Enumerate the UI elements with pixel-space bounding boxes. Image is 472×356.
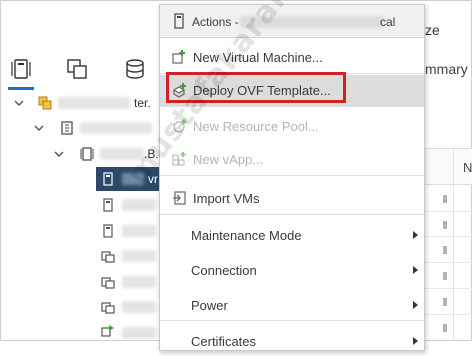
table-row-divider <box>423 262 472 263</box>
menu-header-title: Actions - <box>192 15 239 29</box>
datacenter-icon <box>61 121 73 135</box>
menu-item-new-virtual-machine[interactable]: New Virtual Machine... <box>160 42 424 74</box>
vm-icon <box>103 172 113 186</box>
vcenter-icon <box>38 96 52 110</box>
redacted-name <box>122 250 156 262</box>
tree-node-vm-group[interactable] <box>0 270 160 294</box>
row-drag-handle[interactable] <box>443 221 447 229</box>
vm-group-icon <box>101 277 115 289</box>
redacted-name <box>122 225 156 237</box>
tab-hosts-clusters[interactable] <box>8 56 34 90</box>
redacted-name <box>122 199 156 211</box>
host-icon <box>174 13 184 29</box>
deploy-ovf-icon <box>172 83 186 98</box>
menu-item-connection[interactable]: Connection <box>160 254 424 285</box>
submenu-arrow-icon <box>413 301 418 309</box>
inventory-tree: ter. .B. vr <box>0 88 160 341</box>
new-vm-icon <box>172 50 185 64</box>
tree-node-vm[interactable] <box>0 219 160 243</box>
tree-node-label: .B. <box>144 147 159 161</box>
redacted-name <box>122 173 144 185</box>
tab-vms-templates[interactable] <box>64 56 90 82</box>
storage-icon <box>126 59 144 79</box>
hosts-clusters-icon <box>11 59 31 79</box>
menu-header-suffix: cal <box>380 15 396 29</box>
vm-group-icon <box>101 251 115 263</box>
vm-icon <box>103 224 113 238</box>
submenu-arrow-icon <box>413 266 418 274</box>
page-title: ze <box>425 22 440 38</box>
tree-node-vm-selected[interactable]: vr <box>96 167 160 191</box>
vms-templates-icon <box>67 59 87 79</box>
chevron-down-icon[interactable] <box>14 98 24 108</box>
menu-item-deploy-ovf-template[interactable]: Deploy OVF Template... <box>160 72 424 107</box>
navigator-tabs <box>0 44 160 90</box>
content-panel: ze mmary N <box>423 0 472 341</box>
column-divider[interactable] <box>453 149 454 339</box>
submenu-arrow-icon <box>413 231 418 239</box>
chevron-down-icon[interactable] <box>34 123 44 133</box>
tree-node-datacenter[interactable] <box>0 116 160 140</box>
redacted-name <box>80 122 152 134</box>
tree-node-vm-group[interactable] <box>0 244 160 268</box>
tree-node-vm-running[interactable] <box>0 321 160 345</box>
redacted-name <box>122 301 156 313</box>
table-row-divider <box>423 211 472 212</box>
tree-node-label: ter. <box>134 96 151 110</box>
menu-item-new-vapp[interactable]: New vApp... <box>160 144 424 176</box>
menu-header: Actions - cal <box>160 5 424 38</box>
table-row-divider <box>423 314 472 315</box>
tree-node-vm-group[interactable] <box>0 295 160 319</box>
row-drag-handle[interactable] <box>443 324 447 332</box>
row-drag-handle[interactable] <box>443 246 447 254</box>
host-icon <box>80 147 94 161</box>
new-vapp-icon <box>172 152 186 166</box>
submenu-arrow-icon <box>413 337 418 345</box>
table-row-divider <box>423 236 472 237</box>
redacted-name <box>122 327 156 339</box>
row-drag-handle[interactable] <box>443 272 447 280</box>
column-header-name[interactable]: N <box>463 160 472 175</box>
new-resource-pool-icon <box>173 119 187 133</box>
menu-item-import-vms[interactable]: Import VMs <box>160 183 424 215</box>
redacted-name <box>100 148 144 160</box>
vm-icon <box>103 198 113 212</box>
tree-node-host[interactable]: .B. <box>0 142 160 166</box>
menu-item-new-resource-pool[interactable]: New Resource Pool... <box>160 111 424 142</box>
table-row-divider <box>423 288 472 289</box>
tree-node-vcenter[interactable]: ter. <box>0 91 160 115</box>
tree-node-vm[interactable] <box>0 193 160 217</box>
import-vms-icon <box>173 191 186 205</box>
tree-node-label: vr <box>148 172 158 186</box>
vm-group-icon <box>101 302 115 314</box>
redacted-name <box>122 276 156 288</box>
menu-item-power[interactable]: Power <box>160 289 424 321</box>
actions-context-menu: Actions - cal New Virtual Machine... Dep… <box>159 4 425 351</box>
menu-item-maintenance-mode[interactable]: Maintenance Mode <box>160 219 424 250</box>
row-drag-handle[interactable] <box>443 298 447 306</box>
tab-summary[interactable]: mmary <box>425 61 468 77</box>
tab-storage[interactable] <box>122 56 148 82</box>
row-drag-handle[interactable] <box>443 195 447 203</box>
redacted-name <box>240 16 384 28</box>
vm-running-icon <box>101 325 114 337</box>
redacted-name <box>58 97 130 109</box>
chevron-down-icon[interactable] <box>54 149 64 159</box>
